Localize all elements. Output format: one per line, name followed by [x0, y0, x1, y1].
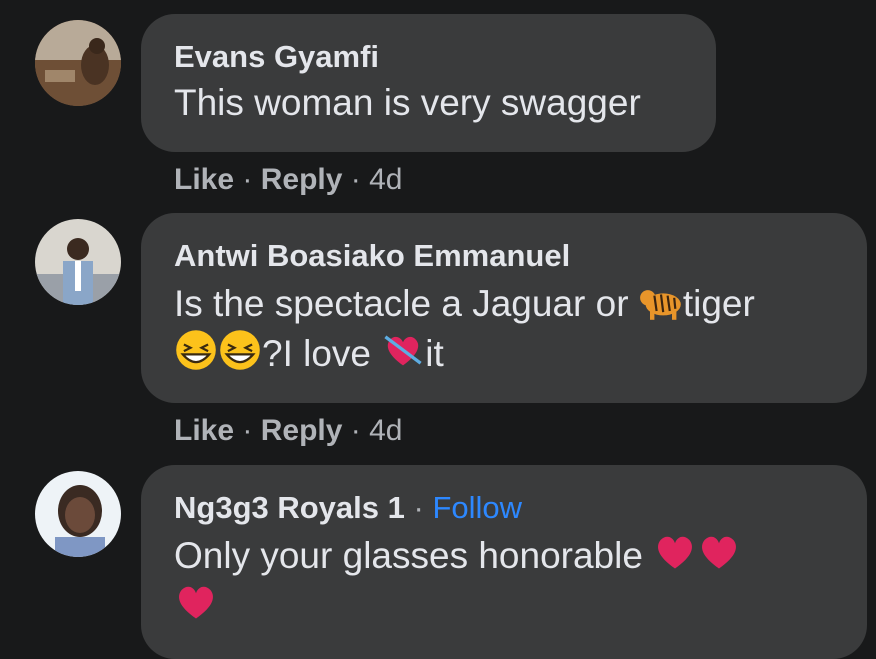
- user-photo-icon: [35, 471, 121, 557]
- grinning-squint-emoji: [174, 328, 218, 372]
- author-name[interactable]: Evans Gyamfi: [174, 39, 379, 74]
- red-heart-emoji: [653, 530, 697, 574]
- separator: ·: [242, 163, 253, 196]
- separator: ·: [242, 414, 253, 447]
- comment-text: This woman is very swagger: [174, 82, 641, 123]
- avatar[interactable]: [35, 471, 121, 557]
- like-button[interactable]: Like: [174, 414, 234, 447]
- tiger-emoji: [639, 278, 683, 322]
- author-name[interactable]: Antwi Boasiako Emmanuel: [174, 238, 570, 273]
- comment-actions: Like · Reply · 4d: [174, 414, 402, 448]
- separator: ·: [350, 414, 361, 447]
- separator: ·: [413, 490, 424, 525]
- comment-text: Is the spectacle a Jaguar or tiger ?I lo…: [174, 278, 833, 378]
- comment-actions: Like · Reply · 4d: [174, 163, 402, 197]
- author-name[interactable]: Ng3g3 Royals 1: [174, 490, 405, 525]
- red-heart-emoji: [174, 580, 218, 624]
- comment-text: Only your glasses honorable: [174, 530, 833, 630]
- user-photo-icon: [35, 20, 121, 106]
- like-button[interactable]: Like: [174, 163, 234, 196]
- user-photo-icon: [35, 219, 121, 305]
- avatar[interactable]: [35, 219, 121, 305]
- reply-button[interactable]: Reply: [261, 414, 343, 447]
- timestamp[interactable]: 4d: [369, 163, 402, 196]
- comment-bubble: Antwi Boasiako Emmanuel Is the spectacle…: [141, 213, 867, 403]
- separator: ·: [350, 163, 361, 196]
- follow-button[interactable]: Follow: [432, 490, 522, 525]
- reply-button[interactable]: Reply: [261, 163, 343, 196]
- timestamp[interactable]: 4d: [369, 414, 402, 447]
- grinning-squint-emoji: [218, 328, 262, 372]
- avatar[interactable]: [35, 20, 121, 106]
- comment-bubble: Evans Gyamfi This woman is very swagger: [141, 14, 716, 152]
- comment-bubble: Ng3g3 Royals 1 · Follow Only your glasse…: [141, 465, 867, 659]
- heart-with-arrow-emoji: [381, 328, 425, 372]
- red-heart-emoji: [697, 530, 741, 574]
